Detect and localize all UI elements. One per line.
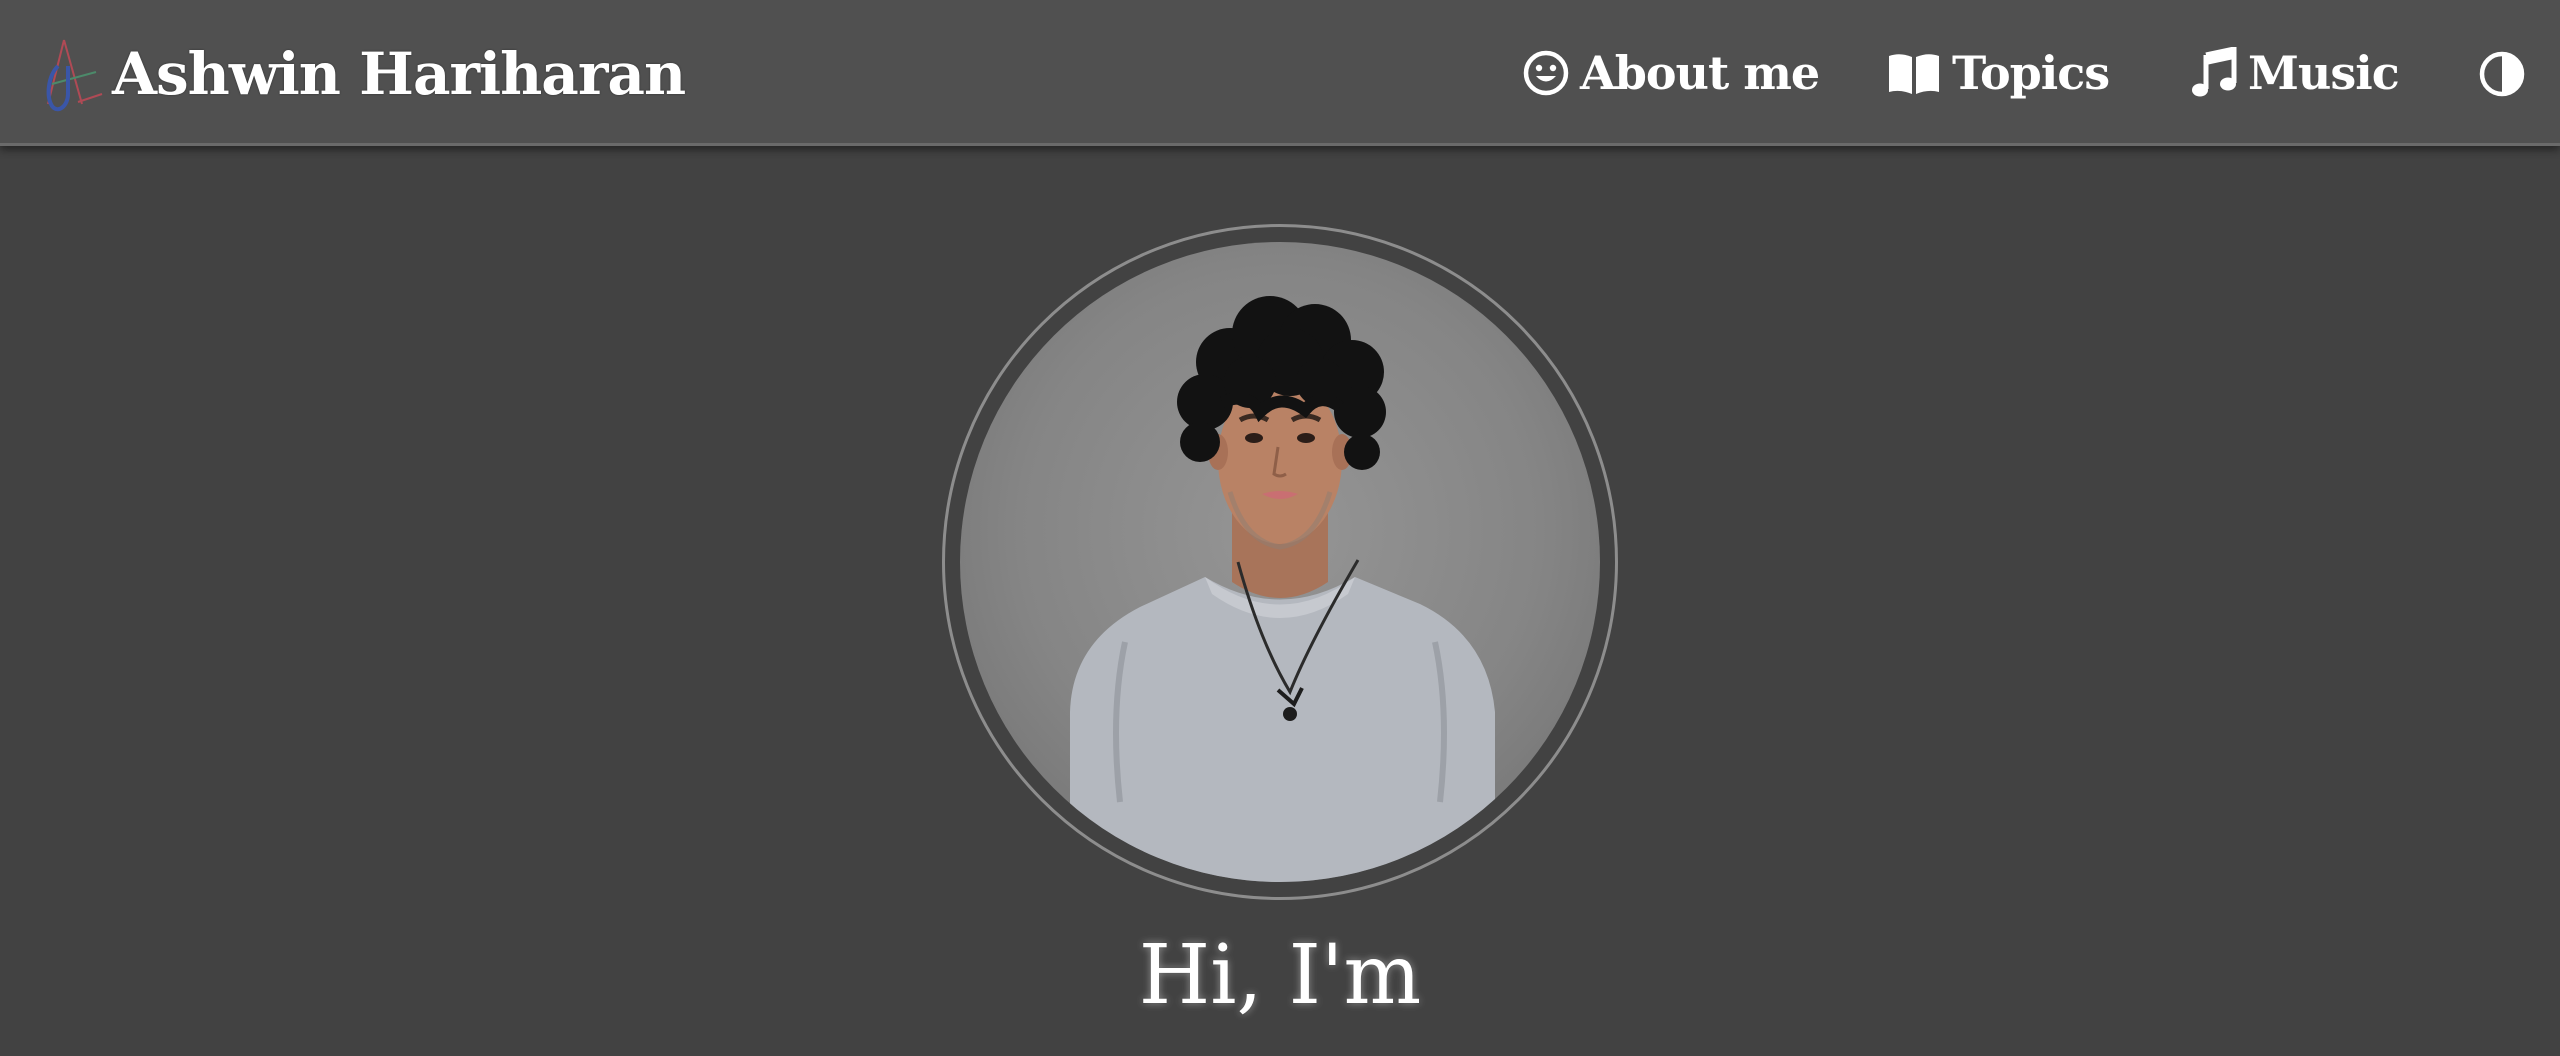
nav-topics[interactable]: Topics [1886, 36, 2110, 110]
music-note-icon [2192, 47, 2237, 97]
nav-about-me[interactable]: About me [1522, 36, 1820, 110]
ah-monogram-logo [46, 39, 103, 112]
open-book-icon [1889, 54, 1939, 94]
profile-photo [960, 242, 1600, 882]
smiley-face-icon [1523, 50, 1569, 96]
hero-greeting: Hi, I'm [1138, 928, 1422, 1023]
top-navbar: Ashwin Hariharan About me Topics Music [0, 0, 2560, 146]
nav-music[interactable]: Music [2190, 36, 2400, 110]
nav-about-me-label: About me [1580, 46, 1820, 100]
site-name: Ashwin Hariharan [112, 40, 686, 108]
nav-topics-label: Topics [1952, 46, 2110, 100]
profile-portrait-illustration [1070, 296, 1495, 882]
nav-music-label: Music [2248, 46, 2400, 100]
brand-link[interactable]: Ashwin Hariharan [38, 28, 686, 120]
contrast-half-circle-icon[interactable] [2478, 50, 2526, 98]
